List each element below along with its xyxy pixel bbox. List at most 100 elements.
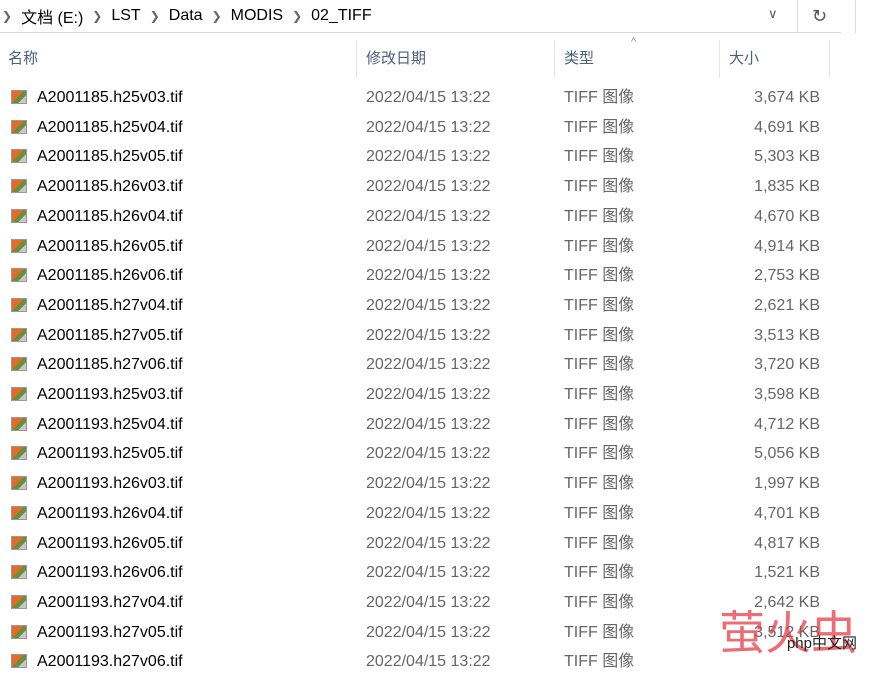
file-name: A2001193.h27v04.tif: [37, 593, 183, 611]
file-size: 2,753 KB: [754, 267, 820, 285]
file-size: 4,914 KB: [754, 237, 820, 255]
tiff-image-icon: [11, 446, 27, 461]
file-name: A2001185.h27v05.tif: [37, 326, 183, 344]
search-box[interactable]: [855, 0, 869, 33]
file-row[interactable]: A2001193.h25v04.tif 2022/04/15 13:22 TIF…: [0, 410, 869, 439]
tiff-image-icon: [11, 268, 27, 283]
file-row[interactable]: A2001185.h27v06.tif 2022/04/15 13:22 TIF…: [0, 350, 869, 379]
file-row[interactable]: A2001185.h26v03.tif 2022/04/15 13:22 TIF…: [0, 172, 869, 201]
file-type: TIFF 图像: [564, 267, 635, 285]
file-type: TIFF 图像: [564, 445, 635, 463]
file-row[interactable]: A2001193.h26v06.tif 2022/04/15 13:22 TIF…: [0, 558, 869, 587]
file-size: 4,712 KB: [754, 415, 820, 433]
file-name: A2001193.h27v06.tif: [37, 653, 183, 671]
file-date: 2022/04/15 13:22: [366, 623, 491, 641]
breadcrumb-item[interactable]: LST: [111, 7, 140, 25]
breadcrumb-item[interactable]: MODIS: [231, 7, 283, 25]
file-size: 3,674 KB: [754, 89, 820, 106]
refresh-button[interactable]: ↻: [797, 0, 841, 33]
file-date: 2022/04/15 13:22: [366, 445, 491, 463]
tiff-image-icon: [11, 208, 27, 223]
breadcrumb: 文档 (E:) ❯ LST ❯ Data ❯ MODIS ❯ 02_TIFF: [21, 4, 372, 28]
file-name: A2001185.h27v06.tif: [37, 356, 183, 374]
tiff-image-icon: [11, 238, 27, 253]
file-row[interactable]: A2001193.h26v03.tif 2022/04/15 13:22 TIF…: [0, 469, 869, 498]
file-row[interactable]: A2001185.h27v05.tif 2022/04/15 13:22 TIF…: [0, 321, 869, 350]
file-size: 4,691 KB: [754, 118, 820, 136]
tiff-image-icon: [11, 535, 27, 550]
tiff-image-icon: [11, 327, 27, 342]
file-size: 1,997 KB: [754, 475, 820, 493]
file-row[interactable]: A2001193.h25v03.tif 2022/04/15 13:22 TIF…: [0, 380, 869, 409]
file-type: TIFF 图像: [564, 415, 635, 433]
file-date: 2022/04/15 13:22: [366, 564, 491, 582]
file-date: 2022/04/15 13:22: [366, 326, 491, 344]
tiff-image-icon: [11, 179, 27, 194]
file-type: TIFF 图像: [564, 296, 635, 314]
file-size: 3,720 KB: [754, 356, 820, 374]
file-row[interactable]: A2001185.h25v04.tif 2022/04/15 13:22 TIF…: [0, 113, 869, 142]
file-type: TIFF 图像: [564, 207, 635, 225]
file-size: 3,598 KB: [754, 386, 820, 403]
file-row[interactable]: A2001193.h26v05.tif 2022/04/15 13:22 TIF…: [0, 529, 869, 558]
address-bar[interactable]: ❯ 文档 (E:) ❯ LST ❯ Data ❯ MODIS ❯ 02_TIFF ∨: [0, 0, 841, 33]
chevron-right-icon: ❯: [211, 9, 222, 23]
file-type: TIFF 图像: [564, 89, 635, 106]
tiff-image-icon: [11, 654, 27, 669]
file-size: 2,621 KB: [754, 296, 820, 314]
breadcrumb-item[interactable]: 文档 (E:): [21, 4, 83, 28]
file-row[interactable]: A2001193.h25v05.tif 2022/04/15 13:22 TIF…: [0, 439, 869, 468]
file-date: 2022/04/15 13:22: [366, 89, 491, 106]
file-type: TIFF 图像: [564, 564, 635, 582]
file-name: A2001193.h25v04.tif: [37, 415, 183, 433]
column-header-size[interactable]: 大小: [720, 40, 830, 78]
file-date: 2022/04/15 13:22: [366, 356, 491, 374]
tiff-image-icon: [11, 357, 27, 372]
column-headers: 名称 修改日期 类型 ^ 大小: [0, 36, 869, 78]
file-row[interactable]: A2001185.h26v06.tif 2022/04/15 13:22 TIF…: [0, 261, 869, 290]
watermark-brand: php中文网: [786, 635, 857, 652]
tiff-image-icon: [11, 416, 27, 431]
file-row[interactable]: A2001185.h26v05.tif 2022/04/15 13:22 TIF…: [0, 232, 869, 261]
file-name: A2001193.h26v04.tif: [37, 504, 183, 522]
tiff-image-icon: [11, 565, 27, 580]
column-header-type[interactable]: 类型 ^: [555, 36, 720, 78]
chevron-right-icon: ❯: [292, 9, 303, 23]
file-size: 5,056 KB: [754, 445, 820, 463]
file-type: TIFF 图像: [564, 237, 635, 255]
file-row[interactable]: A2001193.h26v04.tif 2022/04/15 13:22 TIF…: [0, 499, 869, 528]
file-row[interactable]: A2001185.h25v05.tif 2022/04/15 13:22 TIF…: [0, 142, 869, 171]
file-type: TIFF 图像: [564, 178, 635, 196]
column-header-date[interactable]: 修改日期: [357, 40, 555, 78]
tiff-image-icon: [11, 387, 27, 401]
file-date: 2022/04/15 13:22: [366, 653, 491, 671]
file-name: A2001185.h26v05.tif: [37, 237, 183, 255]
tiff-image-icon: [11, 505, 27, 520]
column-header-name[interactable]: 名称: [0, 40, 357, 78]
file-type: TIFF 图像: [564, 593, 635, 611]
file-size: 4,701 KB: [754, 504, 820, 522]
file-date: 2022/04/15 13:22: [366, 178, 491, 196]
file-name: A2001185.h25v05.tif: [37, 148, 183, 166]
file-type: TIFF 图像: [564, 623, 635, 641]
tiff-image-icon: [11, 476, 27, 491]
file-date: 2022/04/15 13:22: [366, 415, 491, 433]
chevron-right-icon: ❯: [2, 9, 13, 23]
file-name: A2001193.h26v06.tif: [37, 564, 183, 582]
file-size: 1,835 KB: [754, 178, 820, 196]
file-size: 4,670 KB: [754, 207, 820, 225]
tiff-image-icon: [11, 624, 27, 639]
file-name: A2001185.h27v04.tif: [37, 296, 183, 314]
tiff-image-icon: [11, 149, 27, 164]
file-type: TIFF 图像: [564, 356, 635, 374]
breadcrumb-item[interactable]: Data: [169, 7, 203, 25]
chevron-down-icon[interactable]: ∨: [768, 6, 778, 22]
sort-ascending-icon: ^: [631, 36, 637, 48]
file-type: TIFF 图像: [564, 386, 635, 403]
file-row[interactable]: A2001185.h26v04.tif 2022/04/15 13:22 TIF…: [0, 202, 869, 231]
file-row[interactable]: A2001185.h25v03.tif 2022/04/15 13:22 TIF…: [0, 83, 869, 112]
file-date: 2022/04/15 13:22: [366, 207, 491, 225]
breadcrumb-item[interactable]: 02_TIFF: [311, 7, 371, 25]
file-row[interactable]: A2001185.h27v04.tif 2022/04/15 13:22 TIF…: [0, 291, 869, 320]
file-type: TIFF 图像: [564, 534, 635, 552]
